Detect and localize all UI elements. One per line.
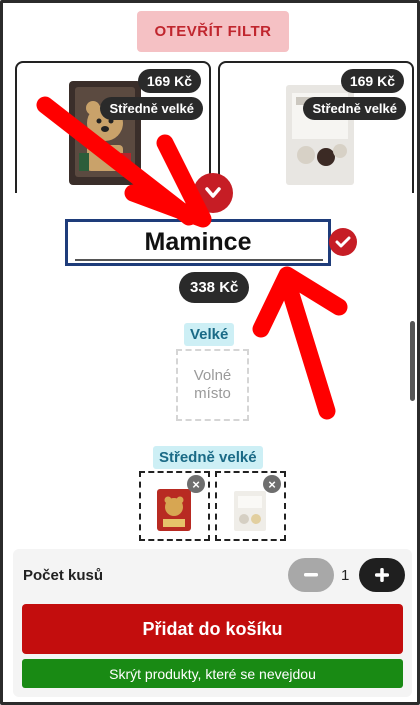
- price-badge: 169 Kč: [340, 69, 404, 93]
- hide-products-button[interactable]: Skrýt produkty, které se nevejdou: [22, 659, 403, 688]
- total-price-badge: 338 Kč: [179, 272, 250, 303]
- check-icon: [335, 236, 351, 248]
- remove-item-button[interactable]: ×: [187, 475, 205, 493]
- add-to-cart-button[interactable]: Přidat do košíku: [22, 604, 403, 654]
- product-thumbnail: [157, 489, 191, 531]
- chevron-down-icon: [205, 187, 221, 198]
- remove-item-button[interactable]: ×: [263, 475, 281, 493]
- quantity-label: Počet kusů: [23, 567, 104, 584]
- product-card[interactable]: 169 Kč Středně velké: [218, 61, 414, 211]
- app-frame: OTEVŘÍT FILTR 169 Kč Středně velké 169 K…: [0, 0, 420, 705]
- minus-icon: [304, 573, 318, 577]
- filled-slot: ×: [139, 471, 210, 541]
- confirm-name-button[interactable]: [329, 228, 357, 256]
- quantity-increase-button[interactable]: [359, 558, 405, 592]
- product-card[interactable]: 169 Kč Středně velké: [15, 61, 211, 211]
- scrollbar[interactable]: [410, 321, 415, 401]
- product-image: [69, 81, 141, 185]
- plus-icon: [375, 568, 389, 582]
- product-thumbnail: [234, 491, 266, 531]
- size-badge: Středně velké: [100, 97, 203, 120]
- empty-slot[interactable]: Volné místo: [176, 349, 249, 421]
- empty-slot-text: místo: [194, 385, 231, 402]
- empty-slot-text: Volné: [193, 367, 232, 384]
- filled-slot: ×: [215, 471, 286, 541]
- collapse-panel-button[interactable]: [193, 173, 233, 213]
- cart-panel: Počet kusů 1 Přidat do košíku Skrýt prod…: [13, 549, 412, 697]
- name-field-underline: [75, 259, 323, 261]
- open-filter-button[interactable]: OTEVŘÍT FILTR: [137, 11, 289, 52]
- category-label-large: Velké: [184, 323, 235, 346]
- price-badge: 169 Kč: [137, 69, 201, 93]
- quantity-decrease-button[interactable]: [288, 558, 334, 592]
- category-label-medium: Středně velké: [153, 446, 263, 469]
- quantity-value: 1: [341, 567, 350, 584]
- size-badge: Středně velké: [303, 97, 406, 120]
